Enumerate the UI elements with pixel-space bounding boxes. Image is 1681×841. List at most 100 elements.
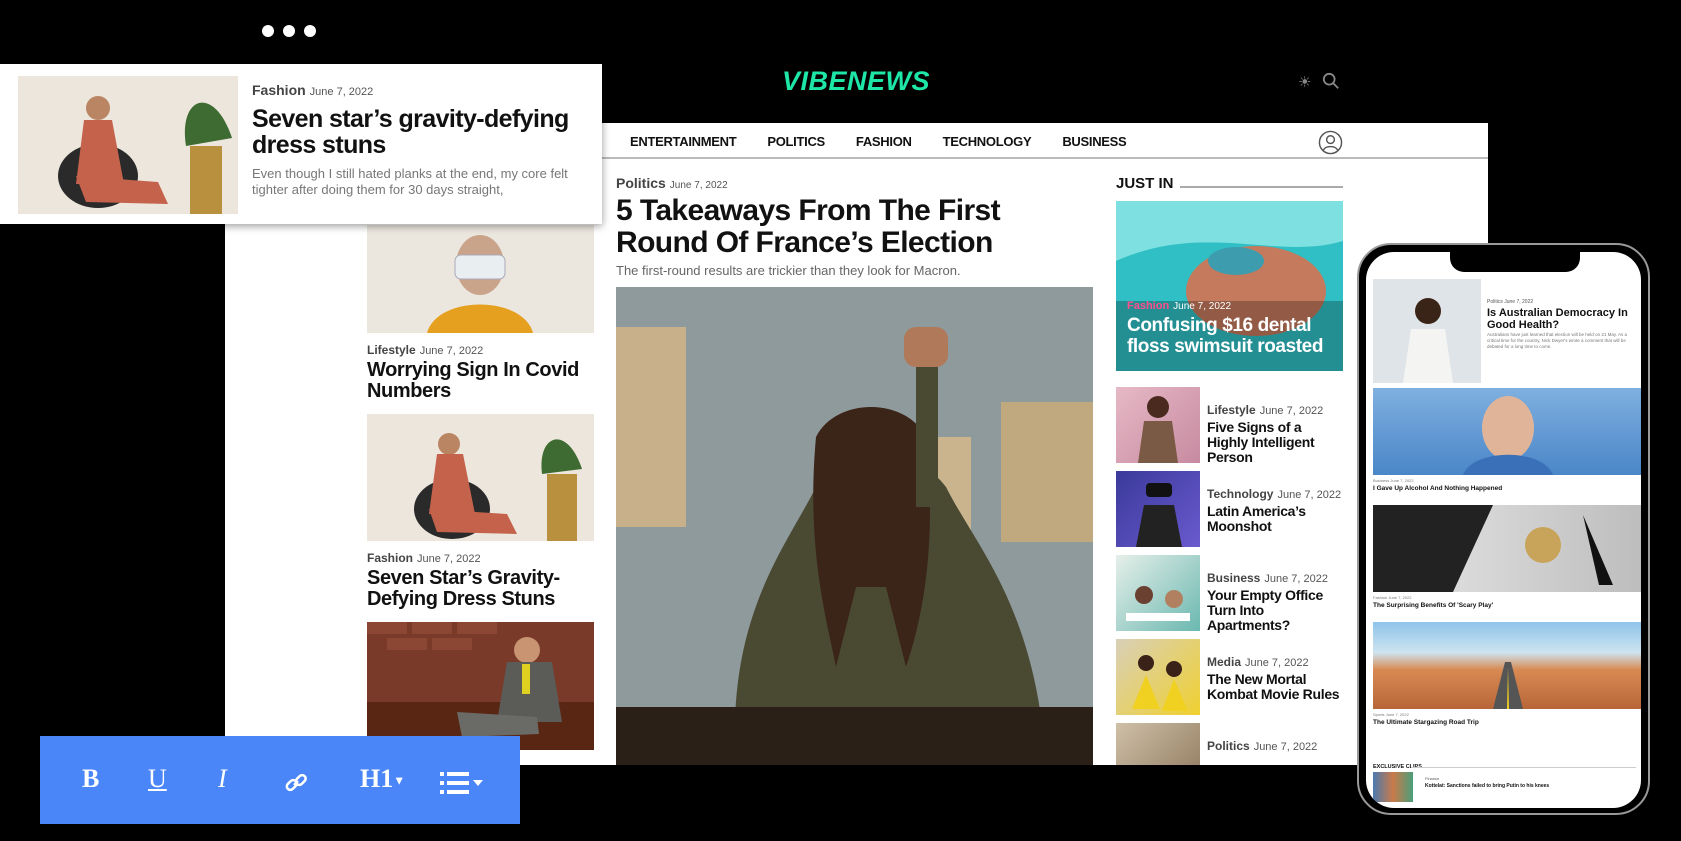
- nav-item-politics[interactable]: POLITICS: [767, 134, 825, 149]
- main-article: Politics June 7, 2022 5 Takeaways From Th…: [616, 175, 1093, 278]
- list-item-title[interactable]: Your Empty Office Turn Into Apartments?: [1207, 588, 1343, 633]
- list-item-title[interactable]: The New Mortal Kombat Movie Rules: [1207, 672, 1343, 702]
- clip-category[interactable]: Finance: [1425, 776, 1439, 781]
- list-item-title[interactable]: Latin America’s Moonshot: [1207, 504, 1343, 534]
- list-icon[interactable]: [440, 770, 484, 796]
- clip-title[interactable]: Kottelat: Sanctions failed to bring Puti…: [1425, 783, 1549, 789]
- featured-card[interactable]: Fashion June 7, 2022 Confusing $16 dental…: [1116, 201, 1343, 371]
- list-item-date: June 7, 2022: [1245, 657, 1309, 669]
- floating-article-card[interactable]: Fashion June 7, 2022 Seven star’s gravity…: [0, 64, 602, 224]
- theme-toggle-icon[interactable]: ☀: [1298, 73, 1311, 91]
- list-item[interactable]: Technology June 7, 2022 Latin America’s Mo…: [1116, 471, 1343, 555]
- underline-button[interactable]: U: [148, 764, 167, 794]
- list-item-date: June 7, 2022: [1253, 741, 1318, 753]
- italic-button[interactable]: I: [218, 764, 227, 794]
- article-thumbnail-man[interactable]: [367, 622, 594, 750]
- chevron-down-icon: ▼: [393, 773, 406, 788]
- card-description: Even though I still hated planks at the …: [252, 166, 568, 197]
- list-item-thumbnail[interactable]: [1116, 471, 1200, 547]
- article-title[interactable]: Worrying Sign In Covid Numbers: [367, 360, 594, 402]
- list-item-date: June 7, 2022: [1277, 489, 1342, 501]
- nav-item-technology[interactable]: TECHNOLOGY: [943, 134, 1032, 149]
- main-article-date: June 7, 2022: [669, 180, 728, 191]
- list-item-thumbnail[interactable]: [1116, 723, 1200, 765]
- mobile-story-title[interactable]: I Gave Up Alcohol And Nothing Happened: [1373, 485, 1502, 492]
- bold-button[interactable]: B: [82, 764, 99, 794]
- nav-item-fashion[interactable]: FASHION: [856, 134, 912, 149]
- list-item[interactable]: Lifestyle June 7, 2022 Five Signs of a Hig…: [1116, 387, 1343, 471]
- site-logo[interactable]: VIBENEWS: [782, 66, 930, 97]
- article-category[interactable]: Lifestyle: [367, 343, 416, 357]
- main-article-title[interactable]: 5 Takeaways From The First Round Of Fran…: [616, 195, 1093, 259]
- window-dot[interactable]: [304, 25, 316, 37]
- list-item-thumbnail[interactable]: [1116, 387, 1200, 463]
- user-account-icon[interactable]: [1318, 130, 1343, 155]
- mobile-date: June 7, 2022: [1388, 595, 1412, 600]
- list-item-category[interactable]: Technology: [1207, 487, 1273, 501]
- list-item-category[interactable]: Lifestyle: [1207, 403, 1256, 417]
- nav-item-business[interactable]: BUSINESS: [1062, 134, 1126, 149]
- featured-date: June 7, 2022: [1173, 301, 1231, 312]
- just-in-column: JUST IN Fashion June 7, 2022 Confusing $1…: [1116, 175, 1343, 765]
- mobile-story-image[interactable]: [1373, 505, 1641, 592]
- mobile-story-image[interactable]: [1373, 622, 1641, 709]
- mobile-date: June 7, 2022: [1390, 478, 1414, 483]
- featured-title[interactable]: Confusing $16 dental floss swimsuit roas…: [1127, 315, 1343, 357]
- article-category[interactable]: Fashion: [367, 551, 413, 565]
- list-item[interactable]: Politics June 7, 2022: [1116, 723, 1343, 765]
- mobile-date: June 7, 2022: [1504, 299, 1534, 305]
- list-item[interactable]: Media June 7, 2022 The New Mortal Kombat M…: [1116, 639, 1343, 723]
- featured-category[interactable]: Fashion: [1127, 300, 1169, 312]
- window-dot[interactable]: [283, 25, 295, 37]
- mobile-category[interactable]: Sports: [1373, 712, 1385, 717]
- list-item-category[interactable]: Business: [1207, 571, 1260, 585]
- list-item-date: June 7, 2022: [1259, 405, 1324, 417]
- clip-thumbnail[interactable]: [1373, 772, 1413, 802]
- card-meta: Fashion June 7, 2022: [252, 82, 373, 98]
- text-format-toolbar: B U I H1▼: [40, 736, 520, 824]
- main-article-subtitle: The first-round results are trickier tha…: [616, 263, 961, 278]
- phone-notch: [1450, 252, 1580, 272]
- list-item-thumbnail[interactable]: [1116, 639, 1200, 715]
- nav-item-entertainment[interactable]: ENTERTAINMENT: [630, 134, 737, 149]
- left-column: Lifestyle June 7, 2022 Worrying Sign In C…: [367, 225, 594, 750]
- card-thumbnail[interactable]: [18, 76, 238, 214]
- article-thumbnail-mask[interactable]: [367, 225, 594, 333]
- list-item-title[interactable]: Five Signs of a Highly Intelligent Perso…: [1207, 420, 1343, 465]
- main-article-hero-image[interactable]: [616, 287, 1093, 765]
- article-title[interactable]: Seven Star’s Gravity-Defying Dress Stuns: [367, 568, 594, 610]
- mobile-date: June 7, 2022: [1385, 712, 1409, 717]
- main-article-category[interactable]: Politics: [616, 175, 666, 191]
- article-thumbnail-woman[interactable]: [367, 414, 594, 541]
- mobile-story-meta: Fashion June 7, 2022: [1373, 595, 1412, 600]
- card-title[interactable]: Seven star’s gravity-defying dress stuns: [252, 106, 597, 158]
- mobile-story-meta: Sports June 7, 2022: [1373, 712, 1409, 717]
- mobile-story-image[interactable]: [1373, 388, 1641, 475]
- main-article-meta: Politics June 7, 2022: [616, 175, 1093, 191]
- article-meta: Lifestyle June 7, 2022: [367, 343, 594, 357]
- window-controls: [262, 25, 316, 37]
- mobile-story-title[interactable]: The Ultimate Stargazing Road Trip: [1373, 719, 1479, 726]
- mobile-top-story-title[interactable]: Is Australian Democracy In Good Health?: [1487, 307, 1637, 331]
- search-icon[interactable]: [1322, 72, 1340, 90]
- mobile-category[interactable]: Business: [1373, 478, 1389, 483]
- mobile-top-story-desc: Australians have just learned that elect…: [1487, 332, 1627, 349]
- mobile-story-title[interactable]: The Surprising Benefits Of 'Scary Play': [1373, 602, 1493, 609]
- card-category[interactable]: Fashion: [252, 82, 306, 98]
- just-in-label: JUST IN: [1116, 175, 1174, 192]
- heading-label: H1: [360, 764, 394, 793]
- mobile-category[interactable]: Fashion: [1373, 595, 1387, 600]
- link-icon[interactable]: [283, 770, 309, 796]
- mobile-category[interactable]: Politics: [1487, 299, 1503, 305]
- list-item-category[interactable]: Politics: [1207, 739, 1250, 753]
- article-date: June 7, 2022: [419, 345, 484, 357]
- mobile-top-story-thumbnail[interactable]: [1373, 279, 1481, 383]
- window-dot[interactable]: [262, 25, 274, 37]
- card-date: June 7, 2022: [309, 86, 374, 98]
- list-item-thumbnail[interactable]: [1116, 555, 1200, 631]
- list-item-category[interactable]: Media: [1207, 655, 1241, 669]
- heading-button[interactable]: H1▼: [360, 764, 405, 794]
- list-item[interactable]: Business June 7, 2022 Your Empty Office Tu…: [1116, 555, 1343, 639]
- clips-divider: [1411, 767, 1636, 768]
- heading-divider: [1179, 185, 1343, 188]
